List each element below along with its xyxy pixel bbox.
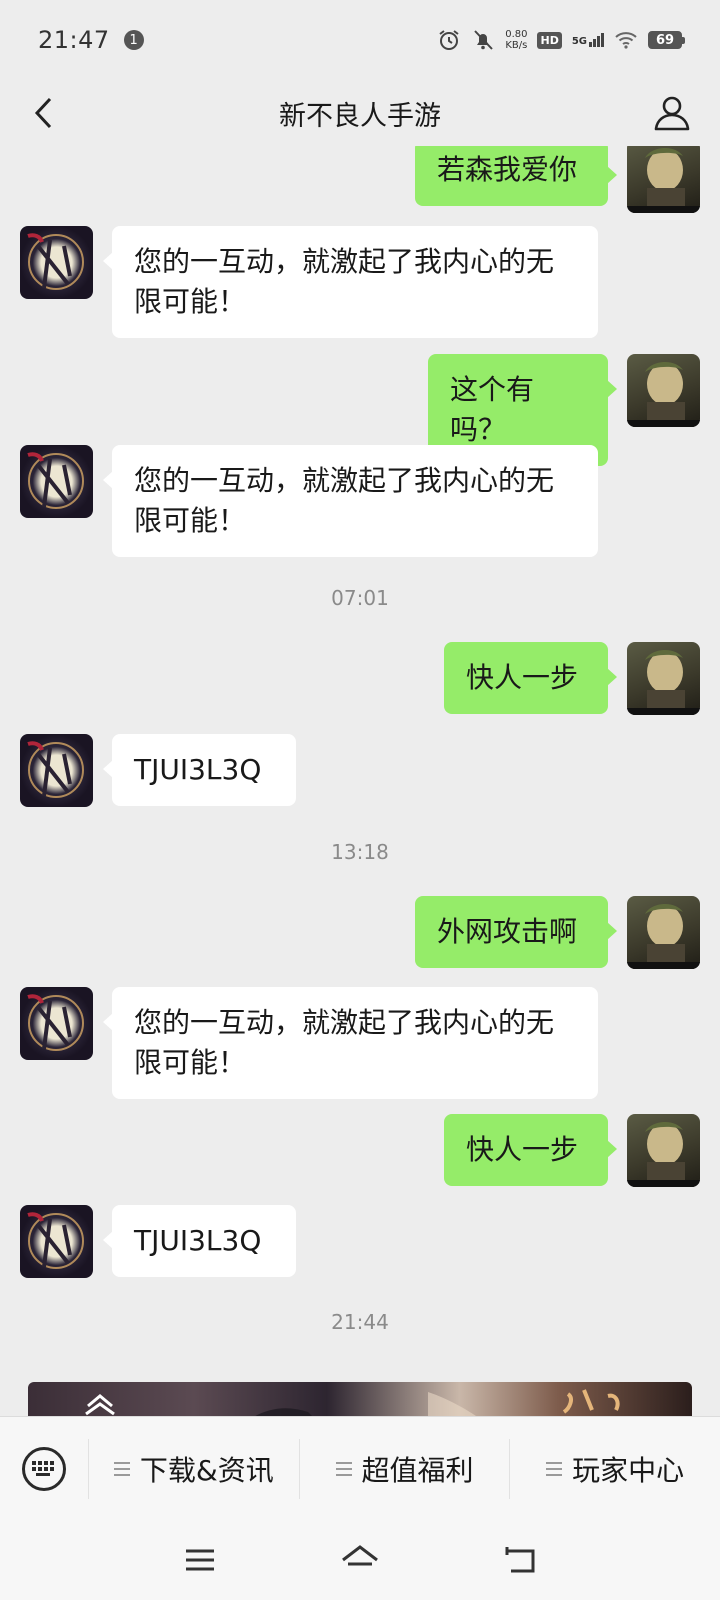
page-title: 新不良人手游 [279, 100, 441, 132]
message-bubble[interactable]: 外网攻击啊 [415, 896, 617, 968]
message-bubble[interactable]: 您的一互动，就激起了我内心的无限可能！ [103, 445, 598, 557]
bot-avatar[interactable] [20, 1205, 93, 1278]
message-bubble[interactable]: 您的一互动，就激起了我内心的无限可能！ [103, 226, 598, 338]
wifi-icon [615, 32, 637, 49]
menu-lines-icon [335, 1462, 352, 1476]
chevron-left-icon [34, 97, 52, 129]
user-avatar[interactable] [627, 896, 700, 969]
status-time: 21:47 [38, 26, 110, 54]
system-navigation-bar [0, 1520, 720, 1600]
notification-badge: 1 [123, 30, 144, 50]
keyboard-icon [22, 1447, 66, 1491]
keyboard-toggle-button[interactable] [0, 1417, 88, 1521]
mute-bell-icon [474, 30, 493, 50]
user-avatar[interactable] [627, 146, 700, 213]
message-incoming: 您的一互动，就激起了我内心的无限可能！ [20, 226, 598, 338]
status-bar: 21:47 1 0.80 KB/s HD 5G 69 [0, 0, 720, 80]
chat-messages[interactable]: 若森我爱你 您的一互动，就激起了我内心的无限可能！ 这个有吗？ 您的一互动，就激… [0, 146, 720, 1416]
message-bubble[interactable]: 快人一步 [444, 642, 617, 714]
message-incoming: 您的一互动，就激起了我内心的无限可能！ [20, 445, 598, 557]
message-outgoing: 快人一步 [444, 642, 700, 715]
message-outgoing: 若森我爱你 [415, 146, 700, 213]
message-bubble[interactable]: 您的一互动，就激起了我内心的无限可能！ [103, 987, 598, 1099]
menu-item-label: 玩家中心 [572, 1454, 685, 1487]
user-avatar[interactable] [627, 642, 700, 715]
menu-item-label: 下载&资讯 [139, 1454, 274, 1487]
timestamp: 13:18 [331, 840, 389, 864]
user-avatar[interactable] [627, 354, 700, 427]
message-incoming: TJUI3L3Q [20, 734, 296, 807]
back-icon [505, 1547, 535, 1573]
profile-button[interactable] [648, 89, 696, 137]
message-bubble[interactable]: TJUI3L3Q [103, 1205, 296, 1277]
bot-avatar[interactable] [20, 734, 93, 807]
person-icon [654, 96, 690, 131]
bot-avatar[interactable] [20, 987, 93, 1060]
message-bubble[interactable]: TJUI3L3Q [103, 734, 296, 806]
menu-item-player-center[interactable]: 玩家中心 [509, 1439, 720, 1499]
timestamp: 21:44 [331, 1310, 389, 1334]
alarm-icon [439, 30, 459, 50]
back-nav-button[interactable] [496, 1536, 544, 1584]
message-incoming: TJUI3L3Q [20, 1205, 296, 1278]
menu-item-benefits[interactable]: 超值福利 [298, 1439, 510, 1499]
chat-header: 新不良人手游 [0, 80, 720, 146]
signal-icon: 5G [572, 33, 604, 47]
home-button[interactable] [336, 1536, 384, 1584]
official-account-menu: 下载&资讯 超值福利 玩家中心 [0, 1416, 720, 1521]
menu-lines-icon [546, 1462, 563, 1476]
menu-lines-icon [113, 1462, 130, 1476]
battery-icon: 69 [648, 31, 685, 49]
menu-icon [186, 1549, 214, 1571]
back-button[interactable] [20, 90, 66, 136]
message-outgoing: 快人一步 [444, 1114, 700, 1187]
hd-badge: HD [537, 31, 562, 49]
bot-avatar[interactable] [20, 445, 93, 518]
net-speed: 0.80 KB/s [505, 29, 528, 51]
recent-apps-button[interactable] [176, 1536, 224, 1584]
message-bubble[interactable]: 若森我爱你 [415, 146, 617, 206]
message-incoming: 您的一互动，就激起了我内心的无限可能！ [20, 987, 598, 1099]
timestamp: 07:01 [331, 586, 389, 610]
menu-item-download-news[interactable]: 下载&资讯 [88, 1439, 299, 1499]
message-outgoing: 外网攻击啊 [415, 896, 700, 969]
home-icon [342, 1545, 378, 1566]
user-avatar[interactable] [627, 1114, 700, 1187]
bot-avatar[interactable] [20, 226, 93, 299]
menu-item-label: 超值福利 [361, 1454, 474, 1487]
message-bubble[interactable]: 快人一步 [444, 1114, 617, 1186]
